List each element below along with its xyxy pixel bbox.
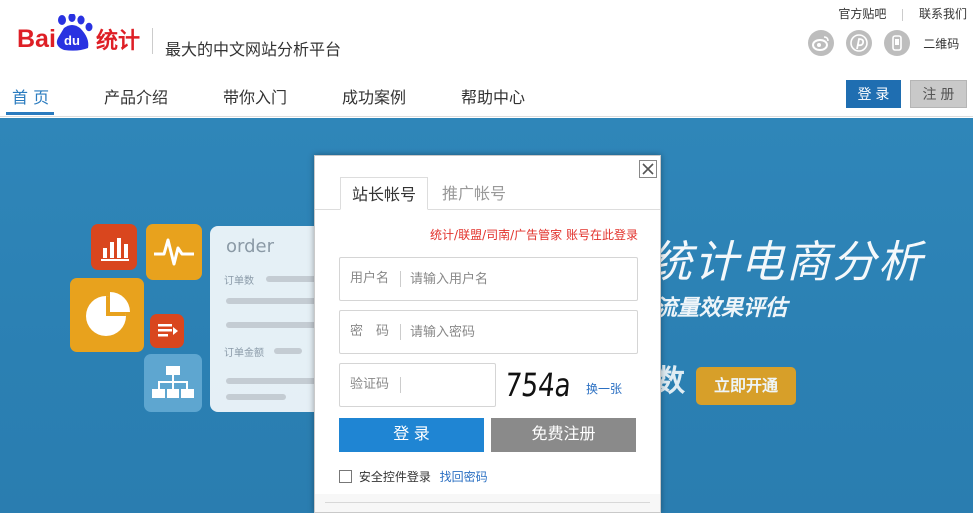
username-field: 用户名 (339, 257, 638, 301)
top-link-tieba[interactable]: 官方贴吧 (838, 5, 886, 22)
secure-login-checkbox[interactable] (339, 470, 352, 483)
list-icon (150, 314, 184, 348)
logo-text-tongji: 统计 (96, 28, 140, 54)
login-button[interactable]: 登 录 (339, 418, 484, 452)
main-nav: 首 页 产品介绍 带你入门 成功案例 帮助中心 登 录 注 册 (0, 70, 973, 117)
top-link-contact[interactable]: 联系我们 (919, 5, 967, 22)
username-input[interactable] (410, 259, 630, 299)
pulse-icon (146, 224, 202, 280)
dialog-bottom-divider (325, 502, 650, 503)
site-tagline: 最大的中文网站分析平台 (165, 40, 342, 59)
close-icon (642, 163, 654, 175)
free-register-button[interactable]: 免费注册 (491, 418, 636, 452)
field-separator (400, 377, 401, 393)
baidu-tongji-logo[interactable]: Bai du 统计 (6, 14, 152, 54)
logo-text-bai: Bai (17, 25, 56, 53)
order-card-label-count: 订单数 (224, 276, 254, 287)
field-separator (400, 271, 401, 287)
banner-title: 统计电商分析 (648, 237, 924, 288)
bar-chart-icon (91, 224, 137, 270)
login-dialog: 站长帐号 推广帐号 统计/联盟/司南/广告管家 账号在此登录 用户名 密 码 验… (314, 155, 661, 513)
alt-login-link[interactable]: 统计/联盟/司南/广告管家 账号在此登录 (430, 226, 638, 243)
pinterest-icon[interactable] (846, 30, 873, 56)
order-card-title: order (226, 236, 274, 257)
top-link-separator (902, 8, 904, 21)
nav-item-getting-started[interactable]: 带你入门 (223, 84, 287, 108)
banner-cta-button[interactable]: 立即开通 (696, 367, 796, 405)
password-field: 密 码 (339, 310, 638, 354)
username-label: 用户名 (350, 271, 390, 286)
password-input[interactable] (410, 312, 630, 352)
captcha-image-text: 754a (503, 366, 573, 404)
order-card-bar (226, 394, 286, 400)
wechat-icon[interactable] (884, 30, 911, 56)
field-separator (400, 324, 401, 340)
captcha-image[interactable]: 754a (501, 366, 581, 404)
order-card-bar (226, 322, 326, 328)
tab-promo-account[interactable]: 推广帐号 (439, 177, 509, 210)
secure-login-row: 安全控件登录 找回密码 (339, 468, 488, 484)
banner-subtitle: 流量效果评估 (655, 296, 788, 321)
logo-divider (152, 28, 153, 54)
close-button[interactable] (639, 160, 657, 178)
nav-item-help[interactable]: 帮助中心 (461, 84, 525, 108)
secure-login-label[interactable]: 安全控件登录 (359, 468, 431, 485)
captcha-refresh-link[interactable]: 换一张 (586, 380, 622, 397)
login-tabs: 站长帐号 推广帐号 (315, 177, 660, 210)
pie-chart-icon (70, 278, 144, 352)
order-card-bar (226, 378, 326, 384)
captcha-label: 验证码 (350, 377, 390, 392)
order-card-label-amount: 订单金额 (224, 348, 264, 359)
captcha-input[interactable] (406, 365, 490, 405)
header-login-button[interactable]: 登 录 (846, 80, 901, 108)
order-card-bar (274, 348, 302, 354)
nav-active-indicator (6, 112, 54, 115)
top-links: 官方贴吧 联系我们 (838, 5, 967, 22)
tab-site-account[interactable]: 站长帐号 (340, 177, 428, 210)
baidu-logo-graphic: Bai du 统计 (17, 14, 140, 54)
login-dialog-body: 站长帐号 推广帐号 统计/联盟/司南/广告管家 账号在此登录 用户名 密 码 验… (315, 156, 660, 494)
sitemap-icon (144, 354, 202, 412)
captcha-field: 验证码 (339, 363, 496, 407)
qrcode-label[interactable]: 二维码 (923, 35, 959, 52)
social-icons: 二维码 (808, 30, 973, 56)
site-header: Bai du 统计 最大的中文网站分析平台 官方贴吧 联系我们 二维码 (0, 0, 973, 70)
nav-item-product[interactable]: 产品介绍 (104, 84, 168, 108)
weibo-icon[interactable] (808, 30, 834, 56)
logo-text-du: du (64, 33, 80, 48)
password-label: 密 码 (350, 324, 390, 339)
header-register-button[interactable]: 注 册 (910, 80, 967, 108)
nav-item-home[interactable]: 首 页 (12, 84, 49, 108)
nav-item-cases[interactable]: 成功案例 (342, 84, 406, 108)
forgot-password-link[interactable]: 找回密码 (440, 468, 488, 485)
order-card-bar (226, 298, 326, 304)
